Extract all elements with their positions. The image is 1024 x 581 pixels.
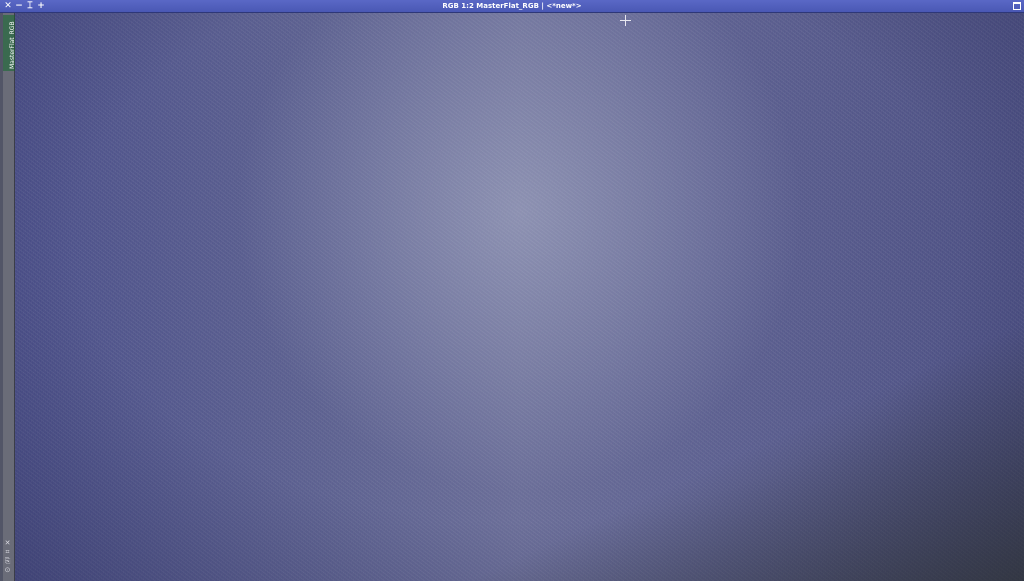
grid-icon[interactable]: ⌗ [2,548,13,557]
image-canvas[interactable] [15,13,1024,581]
window-titlebar: ✕ − ⌶ + RGB 1:2 MasterFlat_RGB | <*new*> [0,0,1024,13]
maximize-icon[interactable] [1013,2,1021,10]
view-sidebar: MasterFlat_RGB ✕ ⌗ ⎘ ⊙ [0,13,16,581]
close-view-icon[interactable]: ✕ [2,539,13,548]
view-identifier-tab[interactable]: MasterFlat_RGB [3,15,16,71]
clone-icon[interactable]: ⎘ [2,557,13,566]
window-title: RGB 1:2 MasterFlat_RGB | <*new*> [442,2,582,10]
image-vignette [15,13,1024,581]
crosshair-cursor-icon [620,15,631,26]
preview-icon[interactable]: ⊙ [2,566,13,575]
sidebar-tools: ✕ ⌗ ⎘ ⊙ [2,539,13,575]
